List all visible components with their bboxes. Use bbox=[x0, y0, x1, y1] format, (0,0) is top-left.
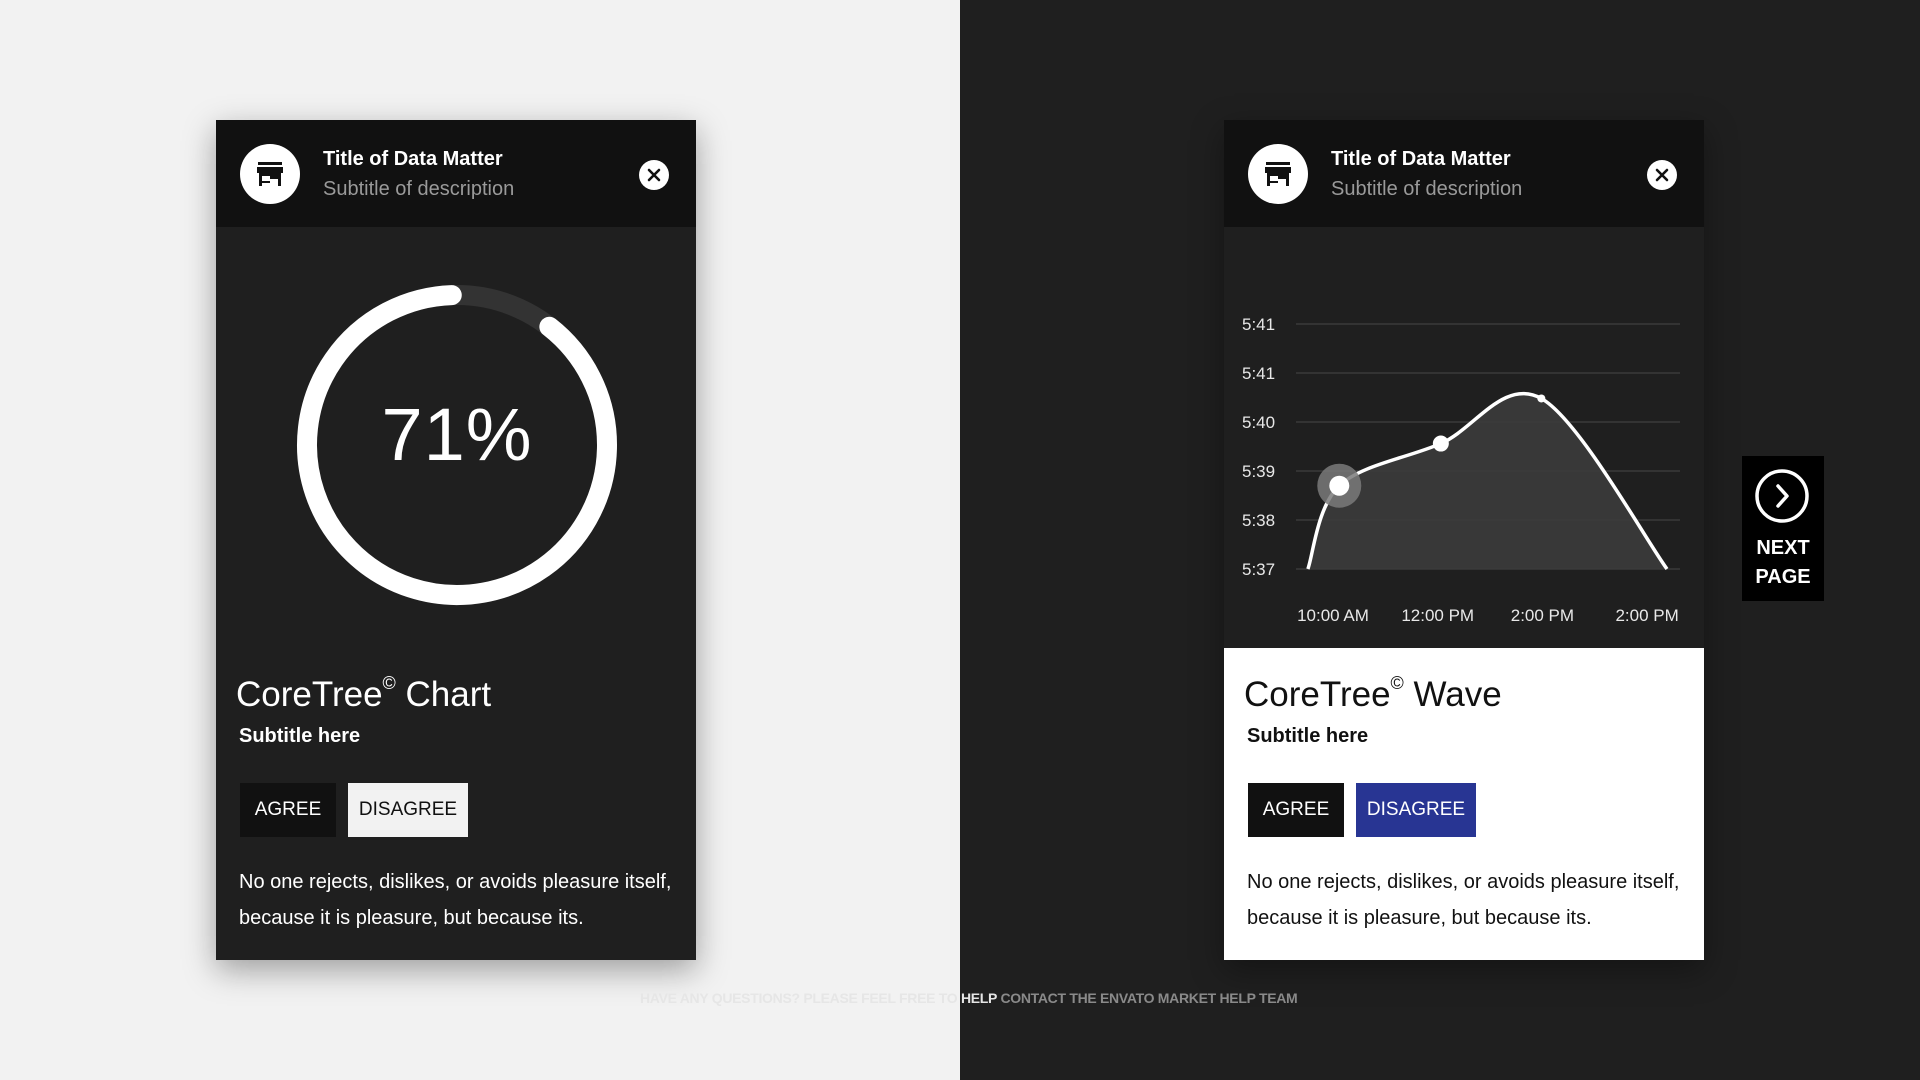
footer-watermark: HAVE ANY QUESTIONS? PLEASE FEEL FREE TO … bbox=[640, 990, 1298, 1006]
header-subtitle: Subtitle of description bbox=[323, 178, 515, 200]
close-icon bbox=[1655, 168, 1669, 182]
next-page-button[interactable]: NEXT PAGE bbox=[1742, 456, 1824, 601]
y-tick-label: 5:39 bbox=[1242, 462, 1275, 481]
y-tick-label: 5:41 bbox=[1242, 364, 1275, 383]
copyright-mark: © bbox=[382, 673, 396, 694]
chevron-right-circle-icon bbox=[1755, 469, 1809, 523]
copyright-mark: © bbox=[1390, 673, 1404, 694]
card-title-suffix: Chart bbox=[395, 675, 492, 714]
card-title: CoreTree© Chart bbox=[236, 673, 492, 715]
data-point bbox=[1329, 475, 1350, 496]
card-title-text: CoreTree bbox=[1244, 675, 1391, 714]
footer-text: CONTACT THE ENVATO MARKET HELP TEAM bbox=[1000, 990, 1298, 1006]
card-header: Title of Data Matter Subtitle of descrip… bbox=[1224, 120, 1704, 227]
header-title: Title of Data Matter bbox=[323, 148, 503, 170]
x-tick-label: 12:00 PM bbox=[1401, 606, 1474, 625]
header-avatar bbox=[1248, 144, 1308, 204]
store-icon bbox=[257, 162, 283, 186]
close-button[interactable] bbox=[1647, 160, 1677, 190]
card-title-suffix: Wave bbox=[1403, 675, 1502, 714]
store-icon bbox=[1265, 162, 1291, 186]
footer-faint-text: HAVE ANY QUESTIONS? PLEASE FEEL FREE TO … bbox=[640, 990, 997, 1006]
close-icon bbox=[647, 168, 661, 182]
agree-button[interactable]: AGREE bbox=[240, 783, 336, 837]
wave-chart: 5:37 5:38 5:39 5:40 5:41 5:41 10:00 AM 12:00 PM… bbox=[1242, 315, 1680, 625]
card-title: CoreTree© Wave bbox=[1244, 673, 1502, 715]
card-header: Title of Data Matter Subtitle of descrip… bbox=[216, 120, 696, 227]
close-button[interactable] bbox=[639, 160, 669, 190]
card-description: No one rejects, dislikes, or avoids plea… bbox=[239, 871, 672, 929]
header-subtitle: Subtitle of description bbox=[1331, 178, 1523, 200]
y-tick-label: 5:41 bbox=[1242, 315, 1275, 334]
x-tick-label: 2:00 PM bbox=[1615, 606, 1678, 625]
disagree-button[interactable]: DISAGREE bbox=[1356, 783, 1476, 837]
chart-card: Title of Data Matter Subtitle of descrip… bbox=[216, 120, 696, 960]
progress-value: 71% bbox=[381, 393, 533, 476]
agree-button[interactable]: AGREE bbox=[1248, 783, 1344, 837]
x-tick-label: 10:00 AM bbox=[1297, 606, 1369, 625]
wave-card: Title of Data Matter Subtitle of descrip… bbox=[1224, 120, 1704, 960]
x-tick-label: 2:00 PM bbox=[1511, 606, 1574, 625]
card-subtitle: Subtitle here bbox=[239, 725, 361, 747]
wave-area bbox=[1307, 393, 1667, 569]
header-title: Title of Data Matter bbox=[1331, 148, 1511, 170]
header-avatar bbox=[240, 144, 300, 204]
y-tick-label: 5:37 bbox=[1242, 560, 1275, 579]
card-title-text: CoreTree bbox=[236, 675, 383, 714]
next-label-line1: NEXT bbox=[1756, 537, 1810, 559]
y-tick-label: 5:40 bbox=[1242, 413, 1275, 432]
data-point bbox=[1537, 394, 1546, 403]
card-description: No one rejects, dislikes, or avoids plea… bbox=[1247, 871, 1680, 929]
next-label-line2: PAGE bbox=[1755, 566, 1811, 588]
card-subtitle: Subtitle here bbox=[1247, 725, 1369, 747]
disagree-button[interactable]: DISAGREE bbox=[348, 783, 468, 837]
next-page-label: NEXT PAGE bbox=[1742, 534, 1824, 592]
data-point bbox=[1432, 435, 1449, 452]
y-tick-label: 5:38 bbox=[1242, 511, 1275, 530]
